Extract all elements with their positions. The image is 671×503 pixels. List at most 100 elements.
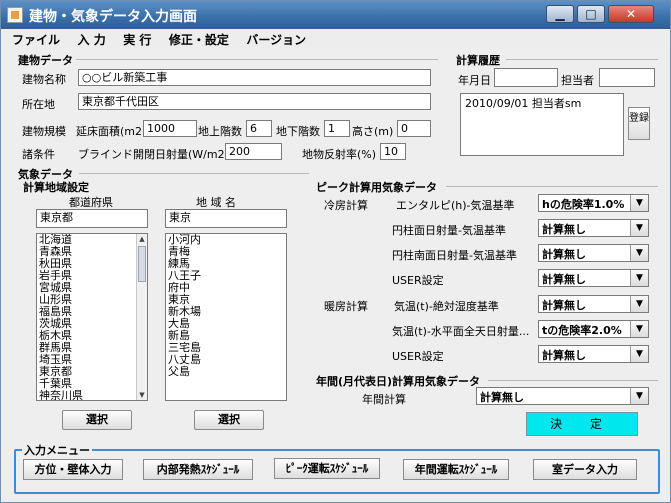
peak-row-label: エンタルピ(h)-気温基準 — [396, 199, 515, 212]
menu-edit-settings[interactable]: 修正・設定 — [169, 31, 229, 48]
menu-version[interactable]: バージョン — [246, 31, 306, 48]
prefecture-list-item[interactable]: 神奈川県 — [37, 390, 147, 401]
peak-row-label: 気温(t)-絶対湿度基準 — [394, 300, 499, 313]
peak-operation-schedule-button[interactable]: ﾋﾟｰｸ運転ｽｹｼﾞｭｰﾙ — [274, 458, 380, 479]
peak-row-select[interactable]: hの危険率1.0% ▼ — [538, 194, 649, 212]
scroll-thumb[interactable] — [138, 246, 146, 282]
chevron-down-icon[interactable]: ▼ — [630, 195, 648, 211]
orientation-wall-input-button[interactable]: 方位・壁体入力 — [23, 459, 123, 480]
location-label: 所在地 — [22, 98, 55, 111]
region-list[interactable]: 小河内 青梅 練馬 八王子 府中 東京 新木場 大島 新島 三宅島 八丈島 父島 — [165, 233, 287, 401]
below-floors-field[interactable]: 1 — [324, 120, 350, 137]
menu-bar: ファイル 入 力 実 行 修正・設定 バージョン — [6, 31, 666, 47]
peak-row-select[interactable]: tの危険率2.0% ▼ — [538, 320, 649, 338]
peak-row-select[interactable]: 計算無し ▼ — [538, 345, 649, 363]
prefecture-list[interactable]: 北海道 青森県 秋田県 岩手県 宮城県 山形県 福島県 茨城県 栃木県 群馬県 埼玉県 東京都 千葉県神… — [36, 233, 148, 401]
building-name-field[interactable]: ○○ビル新築工事 — [78, 69, 431, 86]
height-label: 高さ(m) — [352, 125, 394, 138]
select-prefecture-button[interactable]: 選択 — [62, 410, 132, 430]
peak-row-label: USER設定 — [392, 350, 444, 363]
peak-section-title: ピーク計算用気象データ — [316, 181, 437, 194]
annual-group-line — [488, 380, 658, 381]
ground-reflect-label: 地物反射率(%) — [302, 148, 377, 161]
annual-select[interactable]: 計算無し ▼ — [476, 387, 649, 405]
building-name-label: 建物名称 — [22, 73, 66, 86]
room-data-input-button[interactable]: 室データ入力 — [533, 459, 637, 480]
peak-row-select[interactable]: 計算無し ▼ — [538, 244, 649, 262]
register-button[interactable]: 登録 — [628, 107, 650, 140]
peak-row-label: 円柱面日射量-気温基準 — [392, 224, 506, 237]
above-floors-field[interactable]: 6 — [246, 120, 272, 137]
date-field[interactable] — [494, 68, 558, 87]
decide-button[interactable]: 決 定 — [526, 412, 638, 436]
floor-area-label: 延床面積(m2) — [76, 125, 147, 138]
peak-row-select-value: tの危険率2.0% — [542, 324, 622, 337]
peak-group-line — [446, 186, 658, 187]
blind-field[interactable]: 200 — [225, 143, 282, 160]
above-floors-label: 地上階数 — [198, 125, 242, 138]
menu-input[interactable]: 入 力 — [78, 31, 106, 48]
history-section-title: 計算履歴 — [456, 54, 500, 67]
prefecture-header: 都道府県 — [69, 196, 113, 209]
blind-label: ブラインド開閉日射量(W/m2) — [78, 148, 229, 161]
title-bar: 建物・気象データ入力画面 ▁ □ ✕ — [1, 1, 670, 29]
area-title: 計算地域設定 — [23, 181, 89, 194]
region-field[interactable]: 東京 — [165, 209, 287, 228]
ground-reflect-field[interactable]: 10 — [380, 143, 406, 160]
region-list-item[interactable]: 父島 — [166, 366, 286, 378]
app-icon — [7, 7, 23, 23]
menu-file[interactable]: ファイル — [12, 31, 60, 48]
minimize-button[interactable]: ▁ — [546, 5, 574, 23]
peak-row-label: 円柱南面日射量-気温基準 — [392, 249, 517, 262]
prefecture-field[interactable]: 東京都 — [36, 209, 148, 228]
peak-row-label: 気温(t)-水平面全天日射量... — [392, 325, 530, 338]
peak-row-label: USER設定 — [392, 274, 444, 287]
main-panel: 建物データ 建物名称 ○○ビル新築工事 所在地 東京都千代田区 建物規模 延床面… — [6, 49, 666, 499]
location-field[interactable]: 東京都千代田区 — [78, 93, 431, 110]
floor-area-field[interactable]: 1000 — [143, 120, 197, 137]
history-log[interactable]: 2010/09/01 担当者sm — [460, 93, 624, 156]
annual-section-title: 年間(月代表日)計算用気象データ — [316, 375, 481, 388]
building-group-line — [76, 59, 438, 60]
peak-row-select[interactable]: 計算無し ▼ — [538, 295, 649, 313]
weather-group-line — [79, 173, 309, 174]
chevron-down-icon[interactable]: ▼ — [630, 296, 648, 312]
internal-heat-schedule-button[interactable]: 内部発熱ｽｹｼﾞｭｰﾙ — [143, 459, 253, 480]
peak-row-select-value: 計算無し — [542, 299, 586, 312]
cooling-label: 冷房計算 — [324, 199, 368, 212]
prefecture-scrollbar[interactable]: ▲ ▼ — [136, 234, 147, 400]
peak-row-select[interactable]: 計算無し ▼ — [538, 269, 649, 287]
peak-row-select-value: 計算無し — [542, 223, 586, 236]
peak-row-select-value: 計算無し — [542, 248, 586, 261]
chevron-down-icon[interactable]: ▼ — [630, 388, 648, 404]
chevron-down-icon[interactable]: ▼ — [630, 321, 648, 337]
menu-run[interactable]: 実 行 — [123, 31, 151, 48]
application-window: 建物・気象データ入力画面 ▁ □ ✕ ファイル 入 力 実 行 修正・設定 バー… — [0, 0, 671, 503]
scale-label: 建物規模 — [22, 125, 66, 138]
region-header: 地 域 名 — [196, 196, 236, 209]
chevron-down-icon[interactable]: ▼ — [630, 245, 648, 261]
building-section-title: 建物データ — [18, 54, 73, 67]
peak-row-select-value: 計算無し — [542, 273, 586, 286]
conditions-label: 諸条件 — [22, 148, 55, 161]
chevron-down-icon[interactable]: ▼ — [630, 270, 648, 286]
select-region-button[interactable]: 選択 — [194, 410, 264, 430]
annual-operation-schedule-button[interactable]: 年間運転ｽｹｼﾞｭｰﾙ — [403, 459, 509, 480]
annual-select-value: 計算無し — [480, 391, 524, 404]
maximize-button[interactable]: □ — [577, 5, 605, 23]
peak-row-select-value: hの危険率1.0% — [542, 198, 625, 211]
close-button[interactable]: ✕ — [608, 5, 654, 23]
input-menu-title: 入力メニュー — [22, 442, 92, 458]
chevron-down-icon[interactable]: ▼ — [630, 220, 648, 236]
below-floors-label: 地下階数 — [276, 125, 320, 138]
peak-row-select[interactable]: 計算無し ▼ — [538, 219, 649, 237]
heating-label: 暖房計算 — [324, 300, 368, 313]
peak-row-select-value: 計算無し — [542, 349, 586, 362]
person-field[interactable] — [599, 68, 655, 87]
height-field[interactable]: 0 — [397, 120, 431, 137]
scroll-down-icon[interactable]: ▼ — [137, 390, 147, 400]
chevron-down-icon[interactable]: ▼ — [630, 346, 648, 362]
history-log-entry[interactable]: 2010/09/01 担当者sm — [461, 94, 623, 110]
person-label: 担当者 — [561, 74, 594, 87]
scroll-up-icon[interactable]: ▲ — [137, 234, 147, 244]
